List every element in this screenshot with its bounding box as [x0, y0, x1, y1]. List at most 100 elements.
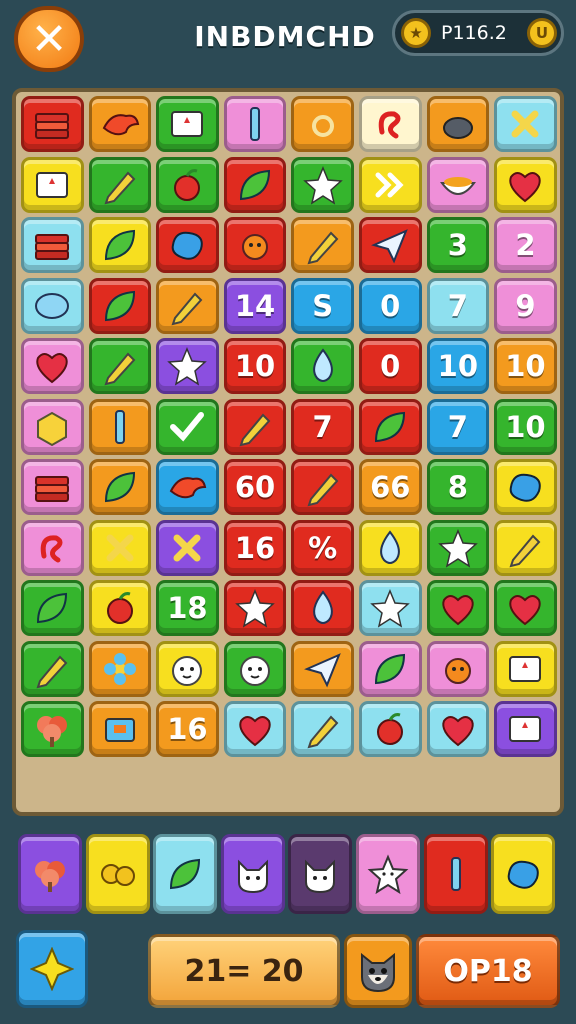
- board-tile[interactable]: [156, 217, 219, 273]
- board-tile[interactable]: [494, 701, 557, 757]
- board-tile[interactable]: [88, 580, 152, 636]
- board-tile[interactable]: [359, 640, 422, 697]
- board-tile[interactable]: 10: [426, 338, 490, 394]
- board-tile[interactable]: [156, 398, 219, 455]
- board-tile[interactable]: [291, 96, 354, 152]
- board-tile[interactable]: [223, 398, 287, 455]
- tray-tile[interactable]: [491, 834, 556, 914]
- board-tile[interactable]: [426, 156, 490, 213]
- tray-tile[interactable]: [85, 834, 150, 914]
- board-tile[interactable]: [21, 156, 84, 213]
- board-tile[interactable]: [426, 640, 490, 697]
- board-tile[interactable]: [21, 338, 84, 394]
- board-tile[interactable]: [156, 96, 219, 152]
- shuffle-button[interactable]: [16, 930, 88, 1008]
- board-tile[interactable]: [21, 519, 84, 576]
- board-tile[interactable]: [291, 338, 354, 394]
- board-tile[interactable]: [88, 277, 152, 334]
- board-tile[interactable]: [88, 156, 152, 213]
- board-tile[interactable]: [156, 156, 219, 213]
- board-tile[interactable]: 16: [223, 519, 287, 576]
- board-tile[interactable]: 9: [494, 277, 557, 334]
- board-tile[interactable]: [359, 519, 422, 576]
- u-coin-icon[interactable]: U: [527, 18, 557, 48]
- board-tile[interactable]: [156, 338, 219, 394]
- board-tile[interactable]: [21, 217, 84, 273]
- board-tile[interactable]: [21, 701, 84, 757]
- board-tile[interactable]: [88, 701, 152, 757]
- board-tile[interactable]: [21, 580, 84, 636]
- board-tile[interactable]: [359, 398, 422, 455]
- board-tile[interactable]: 16: [156, 701, 219, 757]
- board-tile[interactable]: [426, 580, 490, 636]
- pet-button[interactable]: [344, 934, 412, 1008]
- board-tile[interactable]: [494, 519, 557, 576]
- board-tile[interactable]: [494, 580, 557, 636]
- board-tile[interactable]: 7: [291, 398, 354, 455]
- board-tile[interactable]: 18: [156, 580, 219, 636]
- board-tile[interactable]: [291, 459, 354, 515]
- board-tile[interactable]: [494, 156, 557, 213]
- board-tile[interactable]: 2: [494, 217, 557, 273]
- board-tile[interactable]: [156, 459, 219, 515]
- board-tile[interactable]: [223, 96, 287, 152]
- board-tile[interactable]: 7: [426, 398, 490, 455]
- board-tile[interactable]: [359, 156, 422, 213]
- tray-tile[interactable]: [220, 834, 285, 914]
- board-tile[interactable]: [21, 459, 84, 515]
- board-tile[interactable]: [359, 96, 422, 152]
- board-tile[interactable]: 10: [494, 338, 557, 394]
- tray-tile[interactable]: [153, 834, 218, 914]
- board-tile[interactable]: [21, 640, 84, 697]
- board-tile[interactable]: [21, 398, 84, 455]
- board-tile[interactable]: [291, 640, 354, 697]
- board-tile[interactable]: [494, 459, 557, 515]
- board-tile[interactable]: [88, 338, 152, 394]
- board-tile[interactable]: [426, 519, 490, 576]
- board-tile[interactable]: 10: [223, 338, 287, 394]
- board-tile[interactable]: [291, 701, 354, 757]
- board-tile[interactable]: [88, 217, 152, 273]
- board-tile[interactable]: [88, 398, 152, 455]
- board-tile[interactable]: [359, 217, 422, 273]
- tray-tile[interactable]: [18, 834, 82, 914]
- tray-tile[interactable]: [423, 834, 488, 914]
- board-tile[interactable]: %: [291, 519, 354, 576]
- board-tile[interactable]: [88, 519, 152, 576]
- board-tile[interactable]: [426, 701, 490, 757]
- board-tile[interactable]: 3: [426, 217, 490, 273]
- board-tile[interactable]: 0: [359, 338, 422, 394]
- board-tile[interactable]: [291, 156, 354, 213]
- board-tile[interactable]: [21, 277, 84, 334]
- board-tile[interactable]: [223, 156, 287, 213]
- board-tile[interactable]: [223, 580, 287, 636]
- board-tile[interactable]: [359, 701, 422, 757]
- board-tile[interactable]: 8: [426, 459, 490, 515]
- board-tile[interactable]: [156, 277, 219, 334]
- board-tile[interactable]: [426, 96, 490, 152]
- board-tile[interactable]: [88, 96, 152, 152]
- board-tile[interactable]: S: [291, 277, 354, 334]
- board-tile[interactable]: [88, 640, 152, 697]
- board-tile[interactable]: [291, 580, 354, 636]
- board-tile[interactable]: 60: [223, 459, 287, 515]
- board-tile[interactable]: [156, 519, 219, 576]
- board-tile[interactable]: [156, 640, 219, 697]
- board-tile[interactable]: 7: [426, 277, 490, 334]
- board-tile[interactable]: [88, 459, 152, 515]
- tray-tile[interactable]: [288, 834, 353, 914]
- board-tile[interactable]: [21, 96, 84, 152]
- board-tile[interactable]: [494, 96, 557, 152]
- board-tile[interactable]: 14: [223, 277, 287, 334]
- board-tile[interactable]: 0: [359, 277, 422, 334]
- board-tile[interactable]: [291, 217, 354, 273]
- action-button[interactable]: OP18: [416, 934, 560, 1008]
- board-tile[interactable]: 10: [494, 398, 557, 455]
- board-tile[interactable]: [223, 640, 287, 697]
- board-tile[interactable]: [223, 217, 287, 273]
- board-tile[interactable]: 66: [359, 459, 422, 515]
- close-button[interactable]: ✕: [14, 6, 84, 72]
- board-tile[interactable]: [494, 640, 557, 697]
- tray-tile[interactable]: [356, 834, 420, 914]
- board-tile[interactable]: [223, 701, 287, 757]
